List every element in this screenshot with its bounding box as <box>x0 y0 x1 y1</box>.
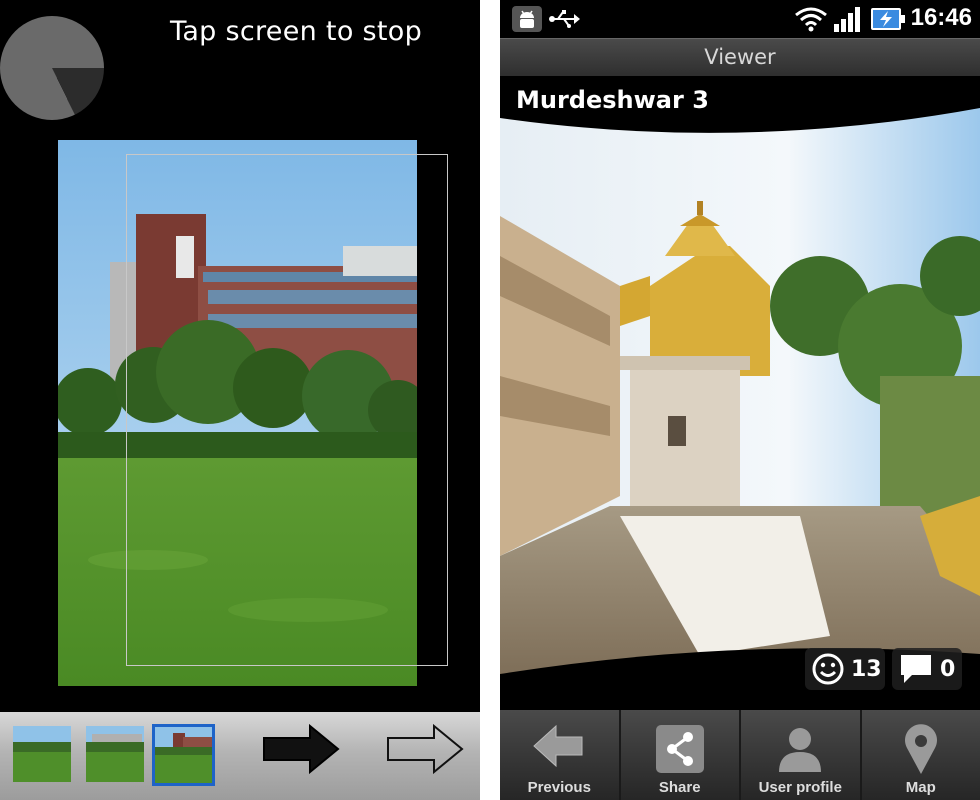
comment-bubble-icon <box>901 655 931 683</box>
share-icon <box>655 725 704 773</box>
captured-frames-strip <box>0 712 480 800</box>
map-pin-icon <box>904 724 937 774</box>
likes-button[interactable]: 13 <box>805 648 885 690</box>
screen-title: Viewer <box>500 38 980 77</box>
arrow-right-filled-icon <box>263 724 340 774</box>
capture-screen[interactable]: Tap screen to stop <box>0 0 480 800</box>
user-profile-label: User profile <box>758 779 842 796</box>
share-button[interactable]: Share <box>621 710 741 800</box>
usb-icon <box>549 10 580 28</box>
panorama-photo[interactable] <box>500 76 980 710</box>
map-label: Map <box>905 779 936 796</box>
status-time: 16:46 <box>910 4 972 31</box>
wifi-icon <box>795 7 827 32</box>
comments-button[interactable]: 0 <box>892 648 962 690</box>
user-profile-button[interactable]: User profile <box>741 710 862 800</box>
android-debug-icon <box>512 6 542 32</box>
share-label: Share <box>658 779 701 796</box>
smiley-icon <box>812 653 844 685</box>
arrow-right-outline-icon <box>387 724 464 774</box>
photo-title: Murdeshwar 3 <box>516 86 709 114</box>
user-icon <box>779 728 822 772</box>
comments-count: 0 <box>940 656 956 682</box>
map-button[interactable]: Map <box>862 710 980 800</box>
bottom-navigation: Previous Share User profile Map <box>500 710 980 800</box>
screenshot-divider <box>480 0 500 800</box>
battery-charging-icon <box>871 8 905 30</box>
arrow-left-icon <box>533 724 583 768</box>
likes-count: 13 <box>851 656 882 682</box>
previous-label: Previous <box>527 779 591 796</box>
status-bar: 16:46 <box>500 0 980 38</box>
signal-icon <box>834 7 860 32</box>
captured-frame-thumbnail[interactable] <box>13 726 71 782</box>
capture-guide-frame <box>126 154 448 666</box>
viewer-screen: 16:46 Viewer Murdeshwar 3 13 0 Previous … <box>500 0 980 800</box>
captured-frame-thumbnail[interactable] <box>86 726 144 782</box>
previous-button[interactable]: Previous <box>500 710 621 800</box>
capture-timer-icon <box>0 16 104 120</box>
tap-to-stop-label: Tap screen to stop <box>170 16 423 47</box>
captured-frame-thumbnail-selected[interactable] <box>152 724 215 786</box>
